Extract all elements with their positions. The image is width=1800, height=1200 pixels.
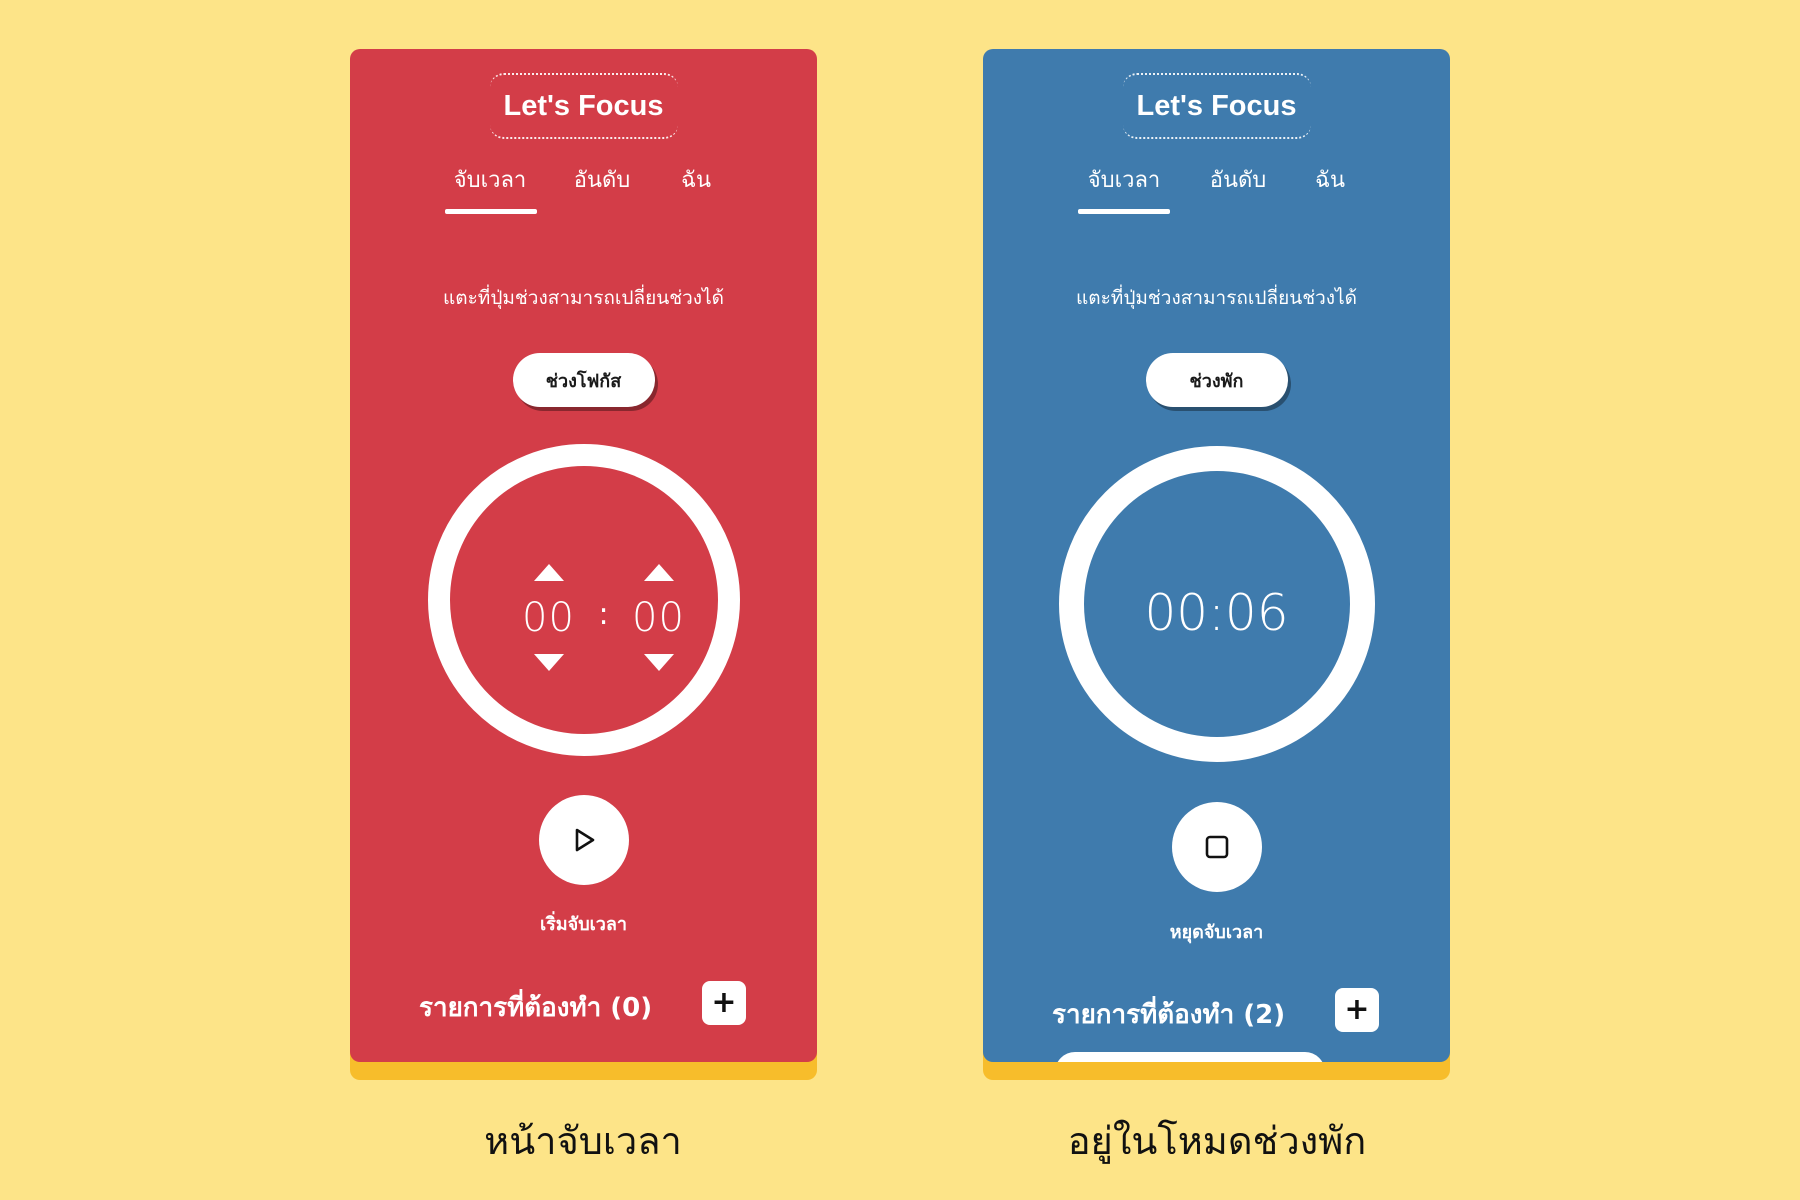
seconds-up-arrow-icon[interactable] bbox=[643, 564, 674, 581]
minutes-down-arrow-icon[interactable] bbox=[533, 654, 564, 671]
tab-ranking[interactable]: อันดับ bbox=[574, 162, 631, 197]
todo-header: รายการที่ต้องทำ (2) + bbox=[983, 988, 1450, 1036]
active-tab-indicator bbox=[1078, 209, 1170, 214]
caption-right: อยู่ในโหมดช่วงพัก bbox=[1067, 1119, 1367, 1163]
play-icon bbox=[575, 828, 594, 852]
tab-bar: จับเวลา อันดับ ฉัน bbox=[983, 162, 1450, 214]
tab-timer[interactable]: จับเวลา bbox=[454, 162, 527, 197]
caption-left: หน้าจับเวลา bbox=[484, 1119, 682, 1163]
timer-ring: 00:06 bbox=[1058, 446, 1375, 762]
start-timer-button[interactable] bbox=[538, 795, 629, 885]
minutes-value: 00 bbox=[522, 595, 575, 641]
seconds-value: 00 bbox=[632, 595, 685, 641]
seconds-down-arrow-icon[interactable] bbox=[643, 654, 674, 671]
app-title: Let's Focus bbox=[489, 73, 678, 139]
active-tab-indicator bbox=[445, 209, 537, 214]
timer-ring: 00 : 00 bbox=[427, 444, 740, 756]
minutes-up-arrow-icon[interactable] bbox=[533, 564, 564, 581]
mode-hint-text: แตะที่ปุ่มช่วงสามารถเปลี่ยนช่วงได้ bbox=[443, 287, 724, 309]
tab-me[interactable]: ฉัน bbox=[1315, 162, 1345, 197]
time-separator: : bbox=[598, 597, 609, 632]
todo-title: รายการที่ต้องทำ (2) bbox=[1052, 1000, 1286, 1030]
mode-toggle-button[interactable]: ช่วงโฟกัส bbox=[512, 353, 655, 407]
stop-icon bbox=[1205, 835, 1228, 859]
tab-bar: จับเวลา อันดับ ฉัน bbox=[350, 162, 817, 214]
add-todo-button[interactable]: + bbox=[702, 981, 746, 1025]
todo-list-item[interactable] bbox=[1055, 1052, 1325, 1062]
stop-timer-button[interactable] bbox=[1171, 802, 1262, 892]
todo-header: รายการที่ต้องทำ (0) + bbox=[350, 981, 817, 1029]
plus-icon: + bbox=[1344, 992, 1370, 1027]
add-todo-button[interactable]: + bbox=[1335, 988, 1379, 1032]
start-timer-label: เริ่มจับเวลา bbox=[539, 914, 628, 935]
stop-timer-label: หยุดจับเวลา bbox=[1169, 922, 1264, 943]
timer-screen-break: Let's Focus จับเวลา อันดับ ฉัน แตะที่ปุ่… bbox=[983, 49, 1450, 1062]
app-title: Let's Focus bbox=[1122, 73, 1311, 139]
tab-ranking[interactable]: อันดับ bbox=[1210, 162, 1267, 197]
timer-screen-focus: Let's Focus จับเวลา อันดับ ฉัน แตะที่ปุ่… bbox=[350, 49, 817, 1062]
mode-toggle-button[interactable]: ช่วงพัก bbox=[1145, 353, 1288, 407]
plus-icon: + bbox=[711, 985, 737, 1020]
mode-hint-text: แตะที่ปุ่มช่วงสามารถเปลี่ยนช่วงได้ bbox=[1076, 287, 1357, 309]
tab-me[interactable]: ฉัน bbox=[681, 162, 711, 197]
tab-timer[interactable]: จับเวลา bbox=[1088, 162, 1161, 197]
todo-title: รายการที่ต้องทำ (0) bbox=[419, 993, 653, 1023]
elapsed-time-display: 00:06 bbox=[1144, 584, 1289, 642]
